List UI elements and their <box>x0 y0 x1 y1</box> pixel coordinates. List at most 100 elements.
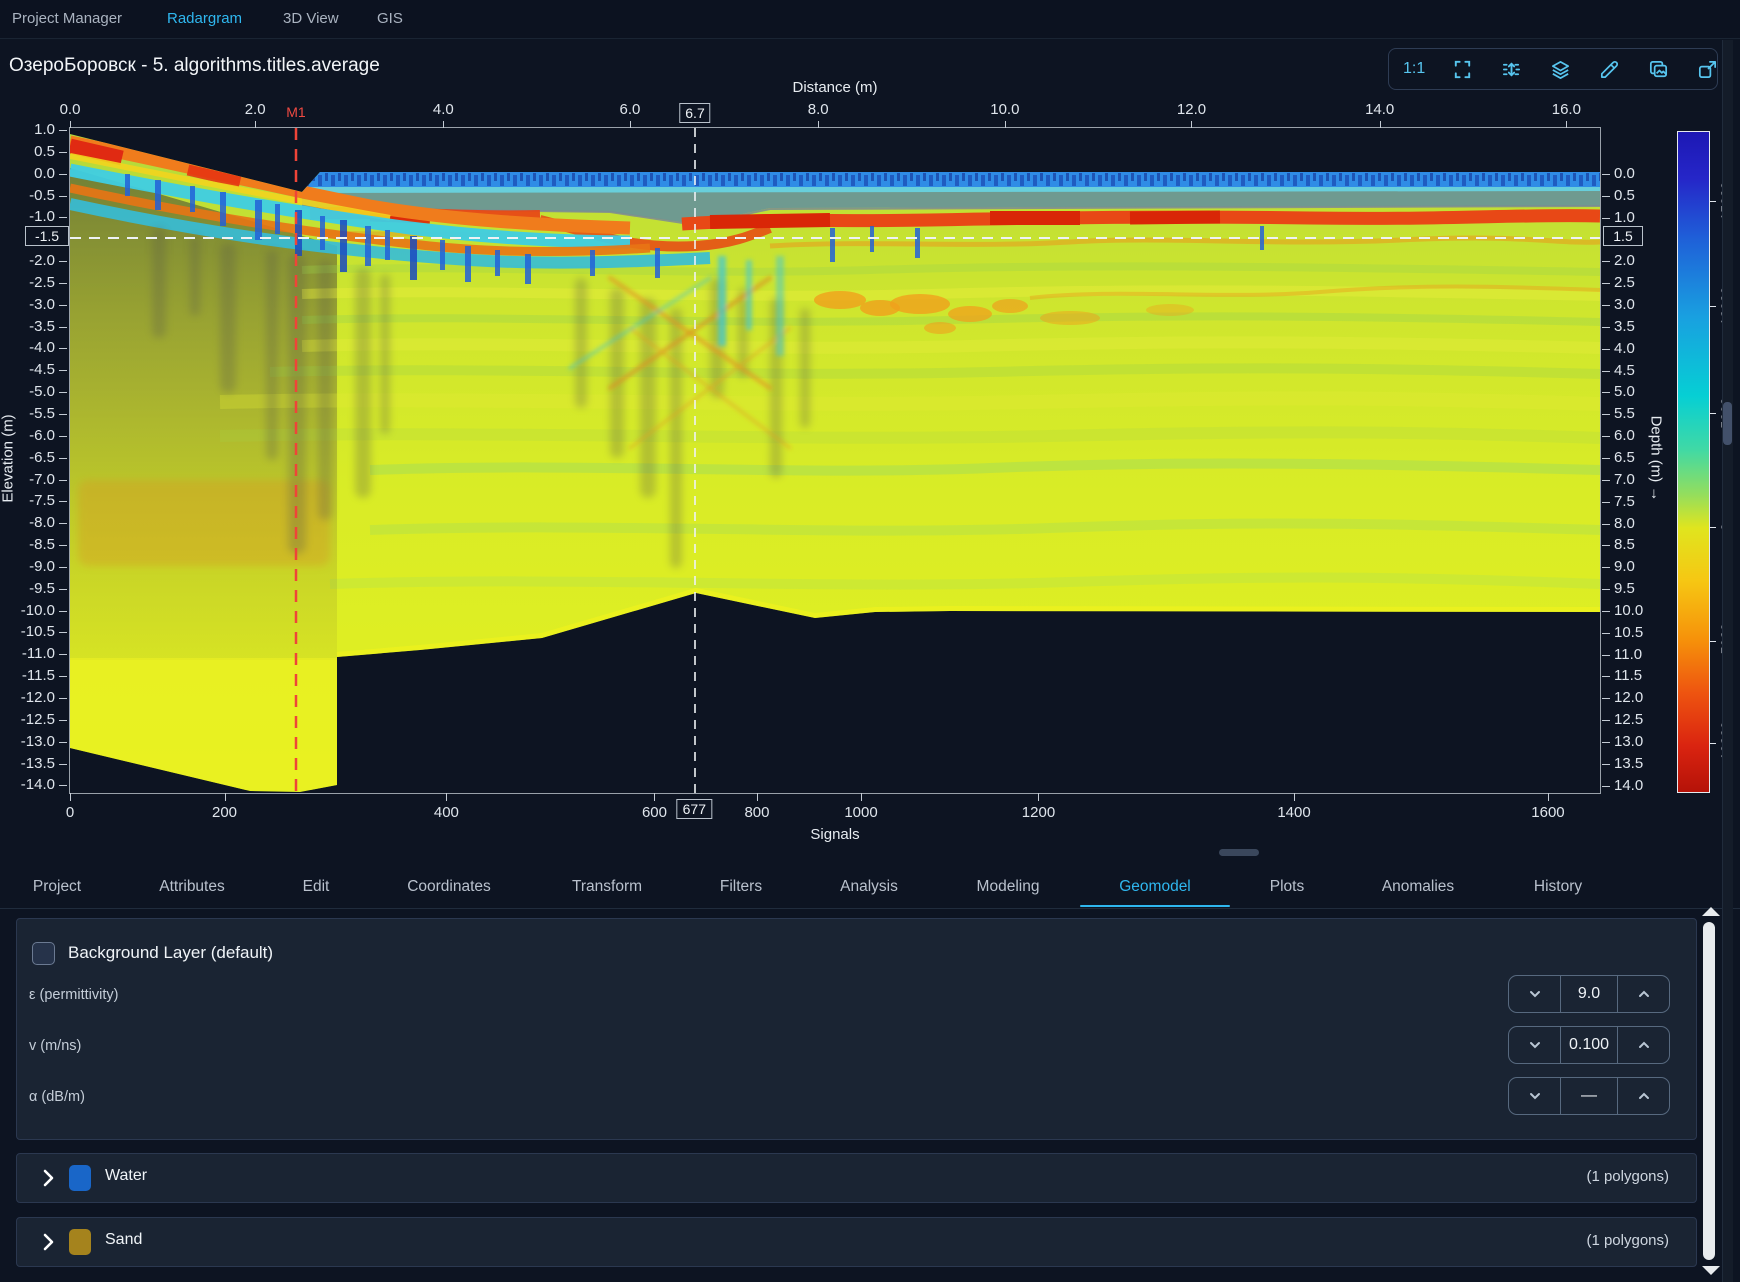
radargram-plot-area[interactable] <box>70 128 1600 793</box>
left-tick <box>59 764 67 765</box>
right-tick-label: 13.5 <box>1614 755 1643 772</box>
right-tick <box>1602 261 1610 262</box>
left-tick-label: 0.0 <box>0 165 55 182</box>
left-tick-label: -10.0 <box>0 602 55 619</box>
left-tick <box>59 283 67 284</box>
left-tick <box>59 501 67 502</box>
water-layer-row[interactable]: Water (1 polygons) <box>16 1153 1697 1203</box>
chevron-right-icon[interactable] <box>41 1168 55 1188</box>
attenuation-decrement-button[interactable] <box>1509 1078 1560 1114</box>
chart-horizontal-scrollbar[interactable] <box>1219 849 1259 856</box>
right-tick <box>1602 218 1610 219</box>
bottom-tick <box>1548 793 1549 801</box>
bottom-tick-label: 200 <box>212 804 237 821</box>
right-tick <box>1602 786 1610 787</box>
radargram-image[interactable] <box>70 128 1600 793</box>
right-tick-label: 12.5 <box>1614 711 1643 728</box>
zoom-1to1-button[interactable]: 1:1 <box>1403 60 1425 78</box>
signals-axis-title: Signals <box>810 826 859 843</box>
tab-coordinates[interactable]: Coordinates <box>407 878 491 896</box>
left-tick <box>59 785 67 786</box>
panel-scroll-up-icon[interactable] <box>1702 907 1720 916</box>
signal-cursor-readout[interactable]: 677 <box>677 799 712 819</box>
right-tick <box>1602 174 1610 175</box>
tab-transform[interactable]: Transform <box>572 878 642 896</box>
depth-cursor-readout[interactable]: 1.5 <box>1603 226 1643 246</box>
tab-geomodel[interactable]: Geomodel <box>1119 878 1191 896</box>
bottom-tick <box>70 793 71 801</box>
nav-gis[interactable]: GIS <box>377 10 403 27</box>
tab-anomalies[interactable]: Anomalies <box>1382 878 1454 896</box>
tab-project[interactable]: Project <box>33 878 81 896</box>
tab-filters[interactable]: Filters <box>720 878 762 896</box>
image-export-icon[interactable] <box>1647 58 1670 81</box>
window-scrollbar-thumb[interactable] <box>1723 402 1732 445</box>
layers-icon[interactable] <box>1549 58 1572 81</box>
panel-scrollbar-thumb[interactable] <box>1703 922 1715 1260</box>
water-polygon-count: (1 polygons) <box>1586 1168 1669 1185</box>
right-tick <box>1602 655 1610 656</box>
left-tick <box>59 720 67 721</box>
right-tick <box>1602 480 1610 481</box>
left-tick-label: -11.5 <box>0 667 55 684</box>
top-tick <box>1380 121 1381 128</box>
permittivity-decrement-button[interactable] <box>1509 976 1560 1012</box>
panel-scroll-down-icon[interactable] <box>1702 1266 1720 1275</box>
left-tick <box>59 130 67 131</box>
chevron-right-icon[interactable] <box>41 1232 55 1252</box>
right-tick <box>1602 764 1610 765</box>
top-tick-label: 10.0 <box>990 101 1019 118</box>
bottom-tick-label: 1200 <box>1022 804 1055 821</box>
permittivity-increment-button[interactable] <box>1618 976 1669 1012</box>
sand-layer-row[interactable]: Sand (1 polygons) <box>16 1217 1697 1267</box>
left-tick <box>59 174 67 175</box>
fit-vertical-icon[interactable] <box>1500 58 1523 81</box>
right-tick <box>1602 327 1610 328</box>
velocity-stepper: 0.100 <box>1508 1026 1670 1064</box>
tab-attributes[interactable]: Attributes <box>159 878 224 896</box>
tab-analysis[interactable]: Analysis <box>840 878 898 896</box>
left-tick <box>59 589 67 590</box>
left-tick <box>59 348 67 349</box>
left-tick-label: -4.5 <box>0 361 55 378</box>
permittivity-value[interactable]: 9.0 <box>1560 976 1618 1012</box>
tab-plots[interactable]: Plots <box>1270 878 1304 896</box>
tab-modeling[interactable]: Modeling <box>977 878 1040 896</box>
window-scrollbar-track[interactable] <box>1722 40 1733 1282</box>
fullscreen-icon[interactable] <box>1451 58 1474 81</box>
sand-polygon-count: (1 polygons) <box>1586 1232 1669 1249</box>
tab-edit[interactable]: Edit <box>303 878 330 896</box>
left-tick <box>59 436 67 437</box>
nav-radargram[interactable]: Radargram <box>167 10 242 27</box>
right-tick-label: 2.5 <box>1614 274 1635 291</box>
distance-cursor-readout[interactable]: 6.7 <box>679 103 710 123</box>
left-tick-label: -3.5 <box>0 318 55 335</box>
pencil-icon[interactable] <box>1598 58 1621 81</box>
m1-marker-label[interactable]: M1 <box>286 104 305 120</box>
nav-project-manager[interactable]: Project Manager <box>12 10 122 27</box>
attenuation-increment-button[interactable] <box>1618 1078 1669 1114</box>
chevron-down-icon <box>1527 1037 1543 1053</box>
chevron-up-icon <box>1636 1037 1652 1053</box>
right-tick <box>1602 436 1610 437</box>
velocity-increment-button[interactable] <box>1618 1027 1669 1063</box>
nav-3d-view[interactable]: 3D View <box>283 10 339 27</box>
attenuation-label: α (dB/m) <box>29 1089 85 1105</box>
velocity-decrement-button[interactable] <box>1509 1027 1560 1063</box>
right-tick <box>1602 567 1610 568</box>
left-tick-label: -5.0 <box>0 383 55 400</box>
tab-history[interactable]: History <box>1534 878 1582 896</box>
attenuation-value[interactable]: — <box>1560 1078 1618 1114</box>
open-in-new-icon[interactable] <box>1696 58 1719 81</box>
left-tick-label: -4.0 <box>0 339 55 356</box>
right-tick <box>1602 458 1610 459</box>
background-layer-checkbox[interactable] <box>32 942 55 965</box>
left-tick <box>59 217 67 218</box>
chevron-down-icon <box>1527 1088 1543 1104</box>
right-tick <box>1602 720 1610 721</box>
velocity-value[interactable]: 0.100 <box>1560 1027 1618 1063</box>
sand-color-swatch <box>69 1229 91 1255</box>
left-tick-label: -11.0 <box>0 645 55 662</box>
left-tick <box>59 567 67 568</box>
elevation-cursor-readout[interactable]: -1.5 <box>25 226 69 246</box>
